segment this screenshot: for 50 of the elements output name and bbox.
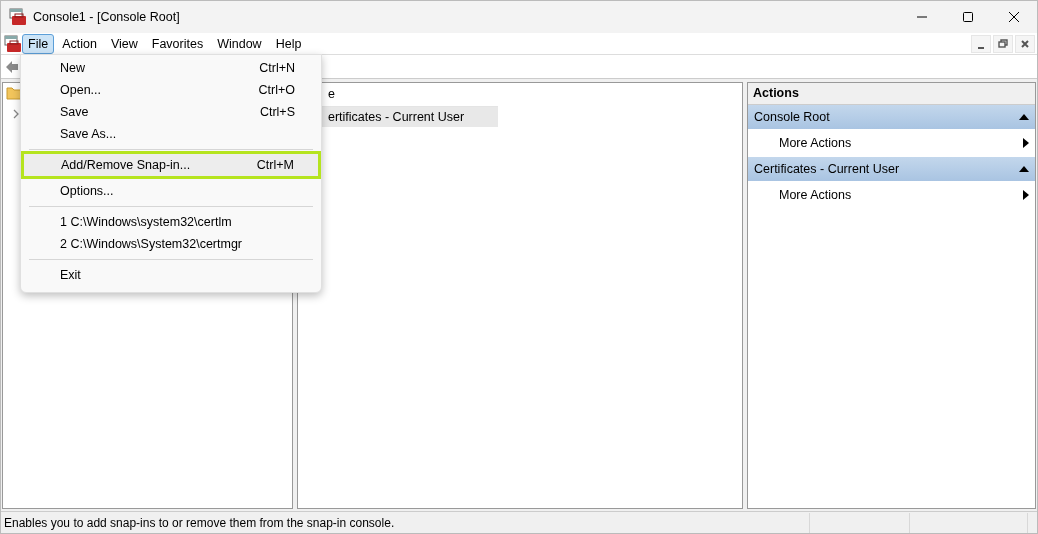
action-label: More Actions xyxy=(779,186,852,204)
option-label: Open... xyxy=(60,81,101,99)
menu-option[interactable]: New Ctrl+N xyxy=(23,57,319,79)
menu-item[interactable]: View xyxy=(104,33,144,54)
option-label: Save As... xyxy=(60,125,117,143)
shortcut-text: Ctrl+M xyxy=(256,156,294,174)
action-group-header[interactable]: Certificates - Current User xyxy=(748,157,1035,181)
action-item[interactable]: More Actions xyxy=(748,181,1035,209)
app-icon xyxy=(9,8,27,26)
shortcut-text: Ctrl+O xyxy=(258,81,295,99)
back-arrow-icon[interactable] xyxy=(5,59,19,74)
restore-button[interactable] xyxy=(993,34,1013,53)
menu-option[interactable]: 1 C:\Windows\system32\certlm xyxy=(23,211,319,233)
menu-item[interactable]: Action xyxy=(56,33,103,54)
action-label: More Actions xyxy=(779,134,852,152)
menu-option[interactable]: Exit xyxy=(23,264,319,286)
collapse-arrow-icon[interactable] xyxy=(1019,114,1029,120)
menu-option[interactable]: Add/Remove Snap-in... Ctrl+M xyxy=(24,154,318,176)
submenu-arrow-icon xyxy=(1023,190,1029,200)
menu-item[interactable]: Window xyxy=(211,33,268,54)
option-label: 1 C:\Windows\system32\certlm xyxy=(60,213,232,231)
minimize-icon xyxy=(917,16,927,18)
pane-title: Actions xyxy=(748,83,1035,105)
option-label: New xyxy=(60,59,85,77)
option-label: Save xyxy=(60,103,89,121)
minimize-icon xyxy=(978,46,984,49)
menu-option[interactable]: 2 C:\Windows\System32\certmgr xyxy=(23,233,319,255)
action-group-header[interactable]: Console Root xyxy=(748,105,1035,129)
option-label: Options... xyxy=(60,182,114,200)
menu-item[interactable]: File xyxy=(22,33,55,54)
submenu-arrow-icon xyxy=(1023,138,1029,148)
minimize-button[interactable] xyxy=(971,34,991,53)
group-title: Certificates - Current User xyxy=(754,160,900,178)
status-text: Enables you to add snap-ins to or remove them from the snap-in console. xyxy=(3,514,396,532)
expand-chevron-icon[interactable] xyxy=(11,109,21,119)
app-icon[interactable] xyxy=(4,34,22,53)
option-label: Exit xyxy=(60,266,81,284)
shortcut-text: Ctrl+S xyxy=(259,103,295,121)
restore-icon xyxy=(996,36,1010,51)
menu-option[interactable]: Options... xyxy=(23,180,319,202)
shortcut-text: Ctrl+N xyxy=(259,59,295,77)
menu-item[interactable]: Help xyxy=(269,33,308,54)
option-label: 2 C:\Windows\System32\certmgr xyxy=(60,235,242,253)
menu-item[interactable]: Favorites xyxy=(145,33,210,54)
window-title: Console1 - [Console Root] xyxy=(33,8,180,26)
close-button[interactable] xyxy=(1015,34,1035,53)
action-item[interactable]: More Actions xyxy=(748,129,1035,157)
group-title: Console Root xyxy=(754,108,830,126)
option-label: Add/Remove Snap-in... xyxy=(61,156,191,174)
collapse-arrow-icon[interactable] xyxy=(1019,166,1029,172)
